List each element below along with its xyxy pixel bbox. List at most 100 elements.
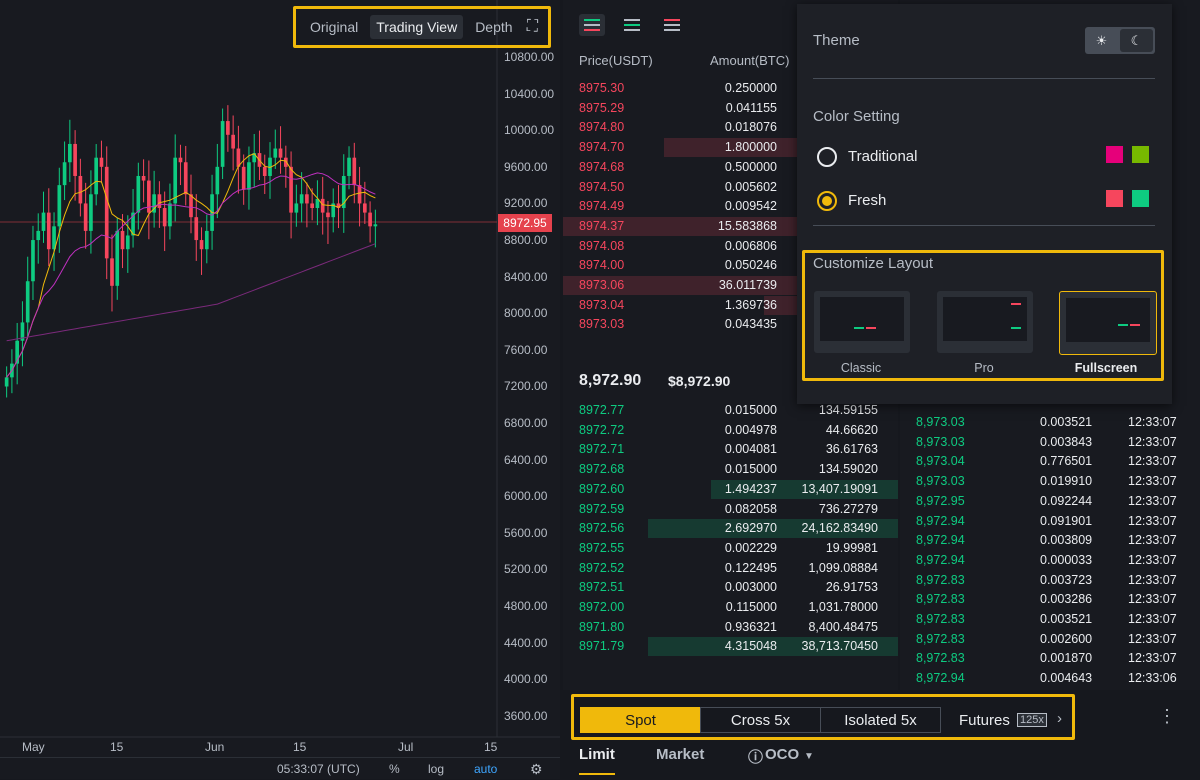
order-total: 1,031.78000 — [808, 600, 878, 614]
trade-time: 12:33:07 — [1128, 474, 1177, 489]
trade-price: 8,972.83 — [916, 651, 965, 666]
trade-price: 8,973.04 — [916, 454, 965, 469]
price-tick: 8000.00 — [504, 306, 548, 321]
order-amount: 0.082058 — [724, 501, 777, 516]
auto-toggle[interactable]: auto — [474, 762, 497, 776]
layout-fullscreen-label: Fullscreen — [1074, 361, 1138, 375]
traditional-radio[interactable] — [817, 147, 837, 167]
price-tick: 8800.00 — [504, 233, 548, 247]
bid-row[interactable]: 8972.51 0.003000 26.91753 — [563, 578, 898, 597]
orderbook-asks-icon[interactable] — [659, 14, 685, 36]
candle-body — [278, 148, 283, 158]
tab-oco[interactable]: OCO — [765, 746, 799, 763]
order-amount: 1.494237 — [724, 481, 777, 496]
oco-dropdown-icon[interactable]: ▼ — [804, 751, 814, 762]
layout-pro[interactable] — [937, 291, 1033, 353]
trade-time: 12:33:07 — [1128, 415, 1177, 429]
candle-body — [294, 203, 299, 213]
order-price: 8971.80 — [579, 619, 625, 634]
candle-body — [189, 194, 193, 218]
fullscreen-icon[interactable]: ⛶ — [527, 18, 538, 36]
order-price: 8974.80 — [579, 120, 625, 135]
trade-time: 12:33:07 — [1128, 454, 1177, 469]
tab-spot[interactable]: Spot — [580, 707, 701, 733]
order-price: 8972.77 — [579, 403, 625, 417]
ma-line-long — [6, 243, 376, 342]
chevron-right-icon[interactable]: › — [1057, 710, 1062, 727]
bid-row[interactable]: 8972.72 0.004978 44.66620 — [563, 421, 898, 440]
trade-amount: 0.001870 — [1040, 651, 1093, 666]
order-price: 8974.08 — [579, 238, 625, 253]
orderbook-bids-icon[interactable] — [619, 14, 645, 36]
tab-limit[interactable]: Limit — [579, 746, 615, 763]
oco-info-icon[interactable]: ⓘ — [748, 746, 763, 767]
trade-row: 8,973.04 0.776501 12:33:07 — [900, 452, 1200, 472]
bid-row[interactable]: 8971.79 4.315048 38,713.70450 — [563, 637, 898, 657]
candle-body — [299, 194, 304, 204]
bid-row[interactable]: 8972.68 0.015000 134.59020 — [563, 460, 898, 479]
more-options-icon[interactable]: ⋮ — [1158, 706, 1176, 727]
bid-row[interactable]: 8972.52 0.122495 1,099.08884 — [563, 559, 898, 578]
tab-depth[interactable]: Depth — [469, 15, 518, 39]
order-amount: 0.122495 — [724, 560, 777, 575]
orderbook-both-icon[interactable] — [579, 14, 605, 36]
order-price: 8974.50 — [579, 179, 625, 194]
price-tick: 8400.00 — [504, 269, 548, 284]
chart-view-tabs: Original Trading View Depth ⛶ — [293, 6, 551, 48]
trade-row: 8,973.03 0.019910 12:33:07 — [900, 472, 1200, 492]
dark-theme-icon[interactable]: ☾ — [1120, 29, 1153, 52]
date-tick: May — [22, 740, 45, 754]
layout-fullscreen[interactable] — [1059, 291, 1157, 355]
layout-classic-label: Classic — [840, 361, 882, 375]
candle-body — [162, 208, 167, 227]
bid-row[interactable]: 8972.71 0.004081 36.61763 — [563, 440, 898, 459]
percent-toggle[interactable]: % — [389, 762, 400, 776]
chart-settings-icon[interactable]: ⚙ — [530, 761, 543, 778]
fresh-radio[interactable] — [817, 191, 837, 211]
bid-row[interactable]: 8972.55 0.002229 19.99981 — [563, 539, 898, 558]
trade-time: 12:33:07 — [1128, 631, 1177, 646]
theme-toggle[interactable]: ☀ ☾ — [1085, 27, 1155, 54]
tab-trading-view[interactable]: Trading View — [370, 15, 464, 39]
tab-market[interactable]: Market — [656, 746, 704, 763]
light-theme-icon[interactable]: ☀ — [1085, 27, 1118, 54]
trade-price: 8,972.95 — [916, 493, 965, 508]
order-total: 38,713.70450 — [801, 639, 878, 654]
chart-panel[interactable] — [0, 0, 560, 779]
limit-tab-underline — [579, 773, 615, 775]
bid-row[interactable]: 8972.59 0.082058 736.27279 — [563, 500, 898, 519]
layout-pro-label: Pro — [974, 361, 994, 375]
order-price: 8972.60 — [579, 481, 625, 496]
candle-body — [289, 166, 293, 213]
traditional-label[interactable]: Traditional — [848, 148, 917, 165]
order-amount: 0.002229 — [724, 540, 777, 555]
bid-row[interactable]: 8972.60 1.494237 13,407.19091 — [563, 479, 898, 499]
log-toggle[interactable]: log — [428, 762, 444, 776]
order-price: 8972.59 — [579, 501, 625, 516]
bid-row[interactable]: 8972.00 0.115000 1,031.78000 — [563, 598, 898, 617]
tab-futures[interactable]: Futures — [959, 712, 1010, 729]
trade-price: 8,972.94 — [916, 513, 965, 528]
mid-price-usd: $8,972.90 — [668, 373, 731, 389]
fresh-label[interactable]: Fresh — [848, 192, 886, 209]
candlestick-chart[interactable] — [0, 0, 560, 779]
order-amount: 0.041155 — [725, 100, 777, 115]
layout-classic[interactable] — [814, 291, 910, 353]
trade-amount: 0.003521 — [1040, 612, 1093, 626]
price-tick: 4000.00 — [504, 672, 548, 687]
candle-body — [262, 166, 267, 176]
trade-price: 8,972.94 — [916, 671, 965, 686]
bid-row[interactable]: 8971.80 0.936321 8,400.48475 — [563, 618, 898, 637]
futures-leverage-badge: 125x — [1017, 713, 1047, 727]
tab-cross-margin[interactable]: Cross 5x — [700, 707, 821, 733]
candle-body — [220, 121, 225, 167]
tab-isolated-margin[interactable]: Isolated 5x — [820, 707, 941, 733]
tab-original[interactable]: Original — [304, 15, 364, 39]
order-amount: 1.369736 — [724, 297, 777, 312]
date-tick: Jul — [398, 740, 414, 754]
bid-row[interactable]: 8972.56 2.692970 24,162.83490 — [563, 519, 898, 539]
order-price: 8973.06 — [579, 278, 625, 292]
candle-body — [310, 203, 314, 209]
candle-body — [89, 194, 93, 231]
order-amount: 0.015000 — [724, 462, 777, 477]
